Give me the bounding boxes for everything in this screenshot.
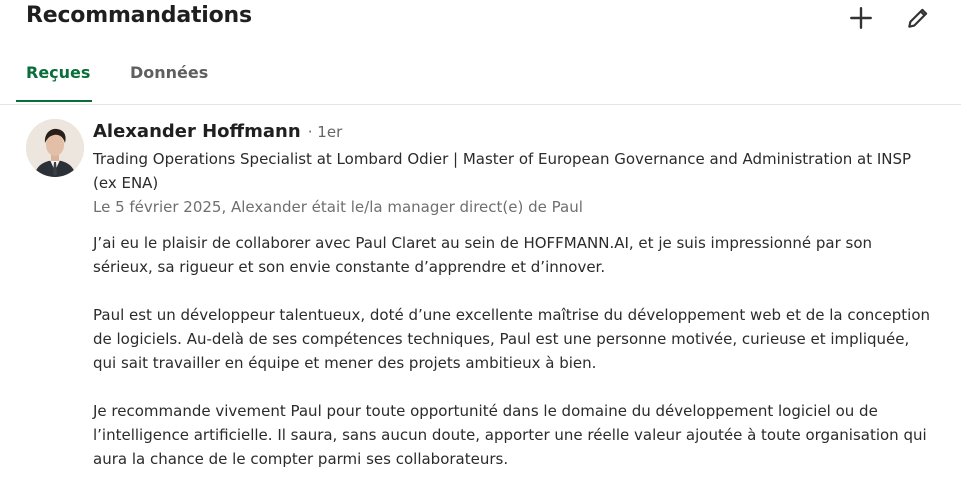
recommendation-meta: Le 5 février 2025, Alexander était le/la… [93, 198, 583, 216]
recommender-name-line: Alexander Hoffmann · 1er [93, 118, 943, 146]
edit-recommendations-button[interactable] [902, 2, 934, 34]
recommendation-tabs: Reçues Données [0, 56, 961, 105]
recommendation-paragraph: Paul est un développeur talentueux, doté… [93, 306, 931, 372]
profile-photo-icon [26, 119, 84, 177]
section-header: Recommandations [0, 0, 961, 40]
plus-icon [850, 7, 872, 29]
tab-received[interactable]: Reçues [26, 56, 90, 102]
recommendation-paragraph: Je recommande vivement Paul pour toute o… [93, 402, 927, 468]
connection-degree: · 1er [307, 123, 343, 141]
recommendation-content: Alexander Hoffmann · 1er Trading Operati… [93, 118, 943, 495]
avatar[interactable] [26, 119, 84, 177]
recommendation-text: J’ai eu le plaisir de collaborer avec Pa… [93, 231, 935, 471]
page-title: Recommandations [26, 3, 252, 28]
recommender-headline: Trading Operations Specialist at Lombard… [93, 150, 912, 192]
active-tab-indicator [16, 100, 92, 102]
tab-given[interactable]: Données [130, 56, 208, 102]
recommendation-paragraph: J’ai eu le plaisir de collaborer avec Pa… [93, 234, 873, 276]
pencil-icon [908, 8, 928, 28]
recommender-name[interactable]: Alexander Hoffmann [93, 121, 301, 142]
add-recommendation-button[interactable] [845, 2, 877, 34]
